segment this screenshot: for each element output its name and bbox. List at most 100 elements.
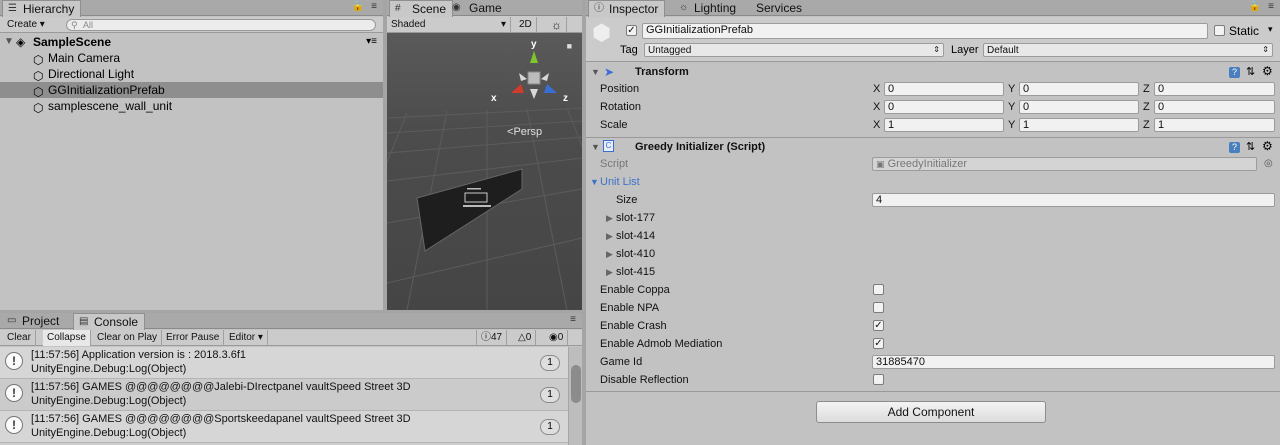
scale-z-field[interactable]: 1 — [1154, 118, 1275, 132]
log-entry[interactable]: ! [11:57:56] GAMES @@@@@@@@Jalebi-DIrect… — [0, 379, 568, 411]
tab-hierarchy[interactable]: ☰ Hierarchy — [2, 0, 82, 17]
unit-list-row[interactable]: ▼ Unit List — [586, 173, 1280, 191]
info-count-toggle[interactable]: ⓘ47 — [476, 330, 508, 346]
enable-crash-checkbox[interactable]: ✓ — [873, 320, 884, 331]
preset-icon[interactable]: ⇅ — [1246, 65, 1255, 78]
hierarchy-panel: ☰ Hierarchy 🔒 ≡ Create ▾ ⚲ All ▼ ◈ Sampl… — [0, 0, 383, 310]
object-name-field[interactable]: GGInitializationPrefab — [642, 23, 1208, 39]
scale-x-field[interactable]: 1 — [884, 118, 1004, 132]
hierarchy-item-main-camera[interactable]: ⬡ Main Camera — [0, 50, 383, 67]
projection-label[interactable]: <Persp — [507, 126, 542, 138]
tab-scene[interactable]: # Scene — [389, 0, 454, 17]
gamepad-icon: ◉ — [452, 2, 461, 13]
expand-arrow-icon[interactable]: ▶ — [606, 209, 613, 227]
position-y-field[interactable]: 0 — [1019, 82, 1139, 96]
enable-admob-checkbox[interactable]: ✓ — [873, 338, 884, 349]
expand-arrow-icon[interactable]: ▶ — [606, 227, 613, 245]
object-picker-icon[interactable]: ◎ — [1264, 155, 1273, 173]
rotation-y-field[interactable]: 0 — [1019, 100, 1139, 114]
error-count-toggle[interactable]: ◉0 — [545, 330, 569, 346]
hierarchy-item-directional-light[interactable]: ⬡ Directional Light — [0, 66, 383, 83]
static-dropdown-icon[interactable]: ▾ — [1268, 24, 1273, 35]
layer-dropdown[interactable]: Default ⇕ — [983, 43, 1273, 57]
tab-project[interactable]: ▭ Project — [2, 313, 65, 329]
position-z-field[interactable]: 0 — [1154, 82, 1275, 96]
tab-console[interactable]: ▤ Console — [73, 313, 146, 330]
hierarchy-item-gginitializationprefab[interactable]: ⬡ GGInitializationPrefab — [0, 82, 383, 99]
script-component-header[interactable]: ▼ C Greedy Initializer (Script) ? ⇅ ⚙ — [586, 138, 1280, 156]
console-log-list[interactable]: ! [11:57:56] Application version is : 20… — [0, 347, 582, 445]
unity-scene-icon: ◈ — [16, 35, 26, 49]
console-scrollbar[interactable] — [568, 347, 582, 445]
hierarchy-toolbar: Create ▾ ⚲ All — [0, 17, 383, 33]
clear-button[interactable]: Clear — [3, 330, 36, 346]
panel-menu-icon[interactable]: ≡ — [570, 314, 578, 325]
scrollbar-thumb[interactable] — [571, 365, 581, 403]
component-divider — [586, 391, 1280, 392]
scene-root-row[interactable]: ▼ ◈ SampleScene ▾≡ — [0, 34, 383, 50]
z-axis-label: Z — [1143, 83, 1150, 95]
gear-icon[interactable]: ⚙ — [1262, 64, 1273, 78]
scene-menu-icon[interactable]: ▾≡ — [366, 34, 377, 50]
log-entry[interactable]: ! [11:57:56] GAMES @@@@@@@@Sportskeedapa… — [0, 411, 568, 443]
active-checkbox[interactable]: ✓ — [626, 25, 637, 36]
slot-row[interactable]: ▶ slot-415 — [586, 263, 1280, 281]
scene-tabbar: # Scene ◉ Game — [387, 0, 582, 17]
lock-icon[interactable]: ■ — [567, 41, 572, 51]
enable-npa-checkbox[interactable] — [873, 302, 884, 313]
error-pause-button[interactable]: Error Pause — [162, 330, 225, 346]
warning-count-toggle[interactable]: △0 — [514, 330, 537, 346]
toggle-2d-button[interactable]: 2D — [515, 17, 537, 33]
editor-dropdown[interactable]: Editor ▾ — [225, 330, 268, 346]
tab-lighting[interactable]: ☼ Lighting — [674, 0, 742, 16]
clear-on-play-button[interactable]: Clear on Play — [93, 330, 163, 346]
create-button[interactable]: Create ▾ — [3, 17, 49, 33]
expand-arrow-icon[interactable]: ▶ — [606, 263, 613, 281]
slot-row[interactable]: ▶ slot-410 — [586, 245, 1280, 263]
help-icon[interactable]: ? — [1229, 142, 1240, 153]
list-size-field[interactable]: 4 — [872, 193, 1275, 207]
tab-services[interactable]: Services — [750, 0, 808, 16]
collapse-arrow-icon[interactable]: ▼ — [591, 67, 600, 77]
position-x-field[interactable]: 0 — [884, 82, 1004, 96]
expand-arrow-icon[interactable]: ▶ — [606, 245, 613, 263]
enable-coppa-checkbox[interactable] — [873, 284, 884, 295]
scale-y-field[interactable]: 1 — [1019, 118, 1139, 132]
slot-row[interactable]: ▶ slot-177 — [586, 209, 1280, 227]
panel-menu-icon[interactable]: 🔒 ≡ — [352, 1, 379, 12]
gameobject-cube-icon: ⬡ — [33, 85, 44, 99]
disable-reflection-checkbox[interactable] — [873, 374, 884, 385]
gear-icon[interactable]: ⚙ — [1262, 139, 1273, 153]
tab-inspector[interactable]: ⓘ Inspector — [588, 0, 666, 17]
transform-header[interactable]: ▼ ➤ Transform ? ⇅ ⚙ — [586, 63, 1280, 81]
expand-arrow-icon[interactable]: ▼ — [4, 34, 14, 50]
enable-coppa-row: Enable Coppa — [586, 281, 1280, 299]
orientation-gizmo[interactable]: y x z — [491, 39, 569, 111]
hierarchy-item-samplescene-wall-unit[interactable]: ⬡ samplescene_wall_unit — [0, 98, 383, 115]
log-entry[interactable]: ! [11:57:56] Application version is : 20… — [0, 347, 568, 379]
expand-arrow-icon[interactable]: ▼ — [590, 173, 599, 191]
collapse-button[interactable]: Collapse — [43, 330, 91, 346]
tab-game[interactable]: ◉ Game — [447, 0, 508, 16]
panel-menu-icon[interactable]: 🔒 ≡ — [1249, 1, 1276, 12]
x-axis-label: X — [873, 101, 881, 113]
game-id-field[interactable]: 31885470 — [872, 355, 1275, 369]
prefab-cube-icon: ⬢ — [592, 20, 612, 45]
scene-viewport[interactable]: y x z ■ <Persp — [387, 33, 582, 310]
rotation-z-field[interactable]: 0 — [1154, 100, 1275, 114]
y-axis-label: Y — [1008, 119, 1016, 131]
error-icon: ◉ — [549, 332, 558, 343]
static-checkbox[interactable] — [1214, 25, 1225, 36]
slot-row[interactable]: ▶ slot-414 — [586, 227, 1280, 245]
preset-icon[interactable]: ⇅ — [1246, 140, 1255, 153]
shading-mode-dropdown[interactable]: Shaded ▾ — [387, 17, 511, 33]
hierarchy-search-input[interactable]: ⚲ All — [66, 19, 376, 31]
add-component-button[interactable]: Add Component — [816, 401, 1046, 423]
tag-dropdown[interactable]: Untagged ⇕ — [644, 43, 944, 57]
enable-npa-row: Enable NPA — [586, 299, 1280, 317]
help-icon[interactable]: ? — [1229, 67, 1240, 78]
script-file-icon: ▣ — [876, 159, 885, 169]
lighting-toggle-icon[interactable]: ☼ — [547, 17, 567, 33]
rotation-x-field[interactable]: 0 — [884, 100, 1004, 114]
collapse-arrow-icon[interactable]: ▼ — [591, 142, 600, 152]
